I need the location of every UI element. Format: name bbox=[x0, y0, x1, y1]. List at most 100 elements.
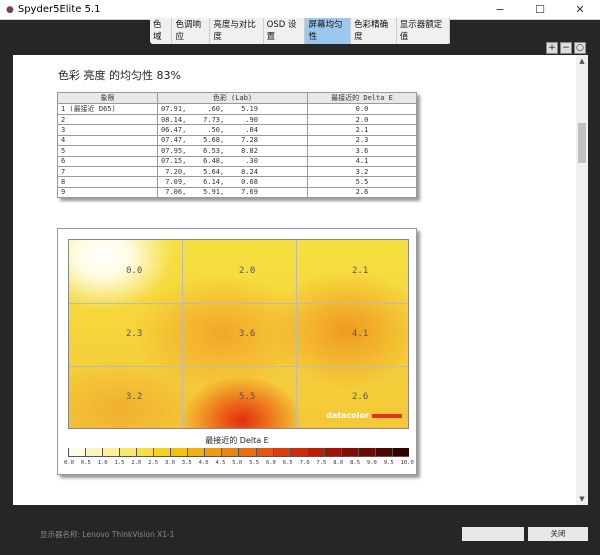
heatmap-plot: datacolor 0.0 2.0 2.1 2.3 3.6 4.1 3.2 5.5 2.6 bbox=[68, 239, 409, 429]
grid-line bbox=[182, 240, 183, 428]
maximize-button[interactable]: ☐ bbox=[520, 0, 560, 20]
close-window-button[interactable]: ✕ bbox=[560, 0, 600, 20]
scale-swatch bbox=[119, 448, 137, 456]
scale-tick-label: 3.5 bbox=[181, 460, 192, 466]
delta-e-cell: 2.1 bbox=[307, 124, 417, 136]
quadrant-value: 3.2 bbox=[126, 392, 143, 402]
scale-tick-label: 9.5 bbox=[383, 460, 394, 466]
scale-swatch bbox=[204, 448, 222, 456]
tab-osd-settings[interactable]: OSD 设置 bbox=[264, 18, 306, 44]
quadrant-cell: 7 bbox=[57, 165, 158, 178]
scale-tick-label: 9.0 bbox=[366, 460, 377, 466]
scale-ticks: 0.0 0.5 1.0 1.5 2.0 2.5 3.0 3.5 4.0 4.5 5.0 5.5 6.0 6… bbox=[64, 460, 414, 466]
scale-swatch bbox=[374, 448, 392, 456]
table-row: 9 7.06, 5.91, 7.69 2.6 bbox=[57, 186, 417, 199]
scale-tick-label: 0.5 bbox=[80, 460, 91, 466]
tab-bar: 色域 色调响应 亮度与对比度 OSD 设置 屏幕均匀性 色彩精确度 显示器额定值 bbox=[150, 18, 451, 44]
lab-cell: 7.20, 5.64, 8.24 bbox=[157, 165, 308, 178]
datacolor-logo: datacolor bbox=[326, 411, 402, 420]
close-button[interactable]: 关闭 bbox=[528, 527, 588, 541]
quadrant-cell: 8 bbox=[57, 176, 158, 188]
table-row: 4 07.47, 5.68, 7.28 2.3 bbox=[57, 134, 417, 147]
scroll-down-icon[interactable]: ▼ bbox=[576, 495, 588, 503]
delta-e-cell: 3.2 bbox=[307, 165, 417, 178]
grid-line bbox=[296, 240, 297, 428]
zoom-in-icon[interactable]: + bbox=[546, 42, 558, 54]
tab-screen-uniformity[interactable]: 屏幕均匀性 bbox=[305, 18, 352, 44]
quadrant-cell: 2 bbox=[57, 113, 158, 126]
scale-swatch bbox=[255, 448, 273, 456]
minimize-button[interactable]: − bbox=[480, 0, 520, 20]
quadrant-value: 0.0 bbox=[126, 266, 143, 276]
scale-swatch bbox=[85, 448, 103, 456]
scale-swatch bbox=[238, 448, 256, 456]
zoom-out-icon[interactable]: − bbox=[560, 42, 572, 54]
quadrant-value: 4.1 bbox=[352, 329, 369, 339]
scale-tick-label: 7.0 bbox=[299, 460, 310, 466]
delta-e-cell: 5.5 bbox=[307, 176, 417, 188]
report-panel: 色彩 亮度 的均匀性 83% 象限 色彩 (Lab) 最接近的 Delta E … bbox=[13, 55, 588, 505]
scale-tick-label: 0.0 bbox=[64, 460, 74, 466]
table-row: 7 7.20, 5.64, 8.24 3.2 bbox=[57, 165, 417, 178]
scale-tick-label: 1.5 bbox=[114, 460, 125, 466]
col-quadrant: 象限 bbox=[57, 92, 158, 104]
quadrant-cell: 5 bbox=[57, 145, 158, 157]
uniformity-table: 象限 色彩 (Lab) 最接近的 Delta E 1 (最接近 D65) 07.9… bbox=[57, 92, 417, 199]
scale-swatch bbox=[391, 448, 409, 456]
scale-swatch bbox=[272, 448, 290, 456]
scale-swatch bbox=[357, 448, 375, 456]
uniformity-heatmap-chart: datacolor 0.0 2.0 2.1 2.3 3.6 4.1 3.2 5.5 2.6 最接… bbox=[57, 228, 417, 475]
tab-brightness-contrast[interactable]: 亮度与对比度 bbox=[210, 18, 264, 44]
quadrant-value: 2.6 bbox=[352, 392, 369, 402]
quadrant-cell: 9 bbox=[57, 186, 158, 199]
lab-cell: 08.14, 7.73, .90 bbox=[157, 113, 308, 126]
quadrant-value: 2.3 bbox=[126, 329, 143, 339]
scale-tick-label: 6.0 bbox=[265, 460, 276, 466]
delta-e-cell: 2.0 bbox=[307, 113, 417, 126]
lab-cell: 07.47, 5.68, 7.28 bbox=[157, 134, 308, 147]
lab-cell: 7.09, 6.14, 0.68 bbox=[157, 176, 308, 188]
scale-tick-label: 5.0 bbox=[232, 460, 243, 466]
secondary-button[interactable] bbox=[462, 527, 524, 541]
scale-tick-label: 10.0 bbox=[400, 460, 414, 466]
scale-tick-label: 6.5 bbox=[282, 460, 293, 466]
scale-swatch bbox=[136, 448, 154, 456]
vertical-scrollbar[interactable]: ▲ ▼ bbox=[576, 55, 588, 505]
table-row: 3 06.47, .50, .04 2.1 bbox=[57, 124, 417, 136]
col-lab: 色彩 (Lab) bbox=[157, 92, 308, 104]
scale-tick-label: 8.5 bbox=[350, 460, 361, 466]
uniformity-heading: 色彩 亮度 的均匀性 83% bbox=[58, 69, 181, 82]
quadrant-value: 2.0 bbox=[239, 266, 256, 276]
delta-e-cell: 0.0 bbox=[307, 103, 417, 115]
delta-e-cell: 2.6 bbox=[307, 186, 417, 199]
table-row: 8 7.09, 6.14, 0.68 5.5 bbox=[57, 176, 417, 188]
title-bar: ● Spyder5Elite 5.1 − ☐ ✕ bbox=[0, 0, 600, 20]
scale-swatch bbox=[323, 448, 341, 456]
grid-line bbox=[69, 366, 408, 367]
scale-tick-label: 1.0 bbox=[97, 460, 108, 466]
legend-title: 最接近的 Delta E bbox=[205, 436, 269, 445]
scale-tick-label: 4.0 bbox=[198, 460, 209, 466]
monitor-name: 显示器名称: Lenovo ThinkVision X1-1 bbox=[40, 530, 175, 539]
table-row: 1 (最接近 D65) 07.91, .60, 5.19 0.0 bbox=[57, 103, 417, 115]
quadrant-value: 5.5 bbox=[239, 392, 256, 402]
scroll-thumb[interactable] bbox=[578, 123, 586, 163]
quadrant-cell: 6 bbox=[57, 155, 158, 167]
quadrant-cell: 4 bbox=[57, 134, 158, 147]
scale-swatch bbox=[340, 448, 358, 456]
tab-gamut[interactable]: 色域 bbox=[150, 18, 173, 44]
scale-swatch bbox=[221, 448, 239, 456]
scroll-up-icon[interactable]: ▲ bbox=[576, 57, 588, 65]
zoom-fit-icon[interactable]: ○ bbox=[574, 42, 586, 54]
scale-swatch bbox=[170, 448, 188, 456]
scale-tick-label: 7.5 bbox=[316, 460, 327, 466]
table-row: 2 08.14, 7.73, .90 2.0 bbox=[57, 113, 417, 126]
tab-tone-response[interactable]: 色调响应 bbox=[172, 18, 211, 44]
color-scale-bar bbox=[68, 448, 409, 457]
tab-color-accuracy[interactable]: 色彩精确度 bbox=[351, 18, 397, 44]
delta-e-cell: 3.6 bbox=[307, 145, 417, 157]
quadrant-value: 2.1 bbox=[352, 266, 369, 276]
tab-monitor-rating[interactable]: 显示器额定值 bbox=[397, 18, 451, 44]
lab-cell: 07.15, 6.48, .30 bbox=[157, 155, 308, 167]
scale-tick-label: 2.5 bbox=[148, 460, 159, 466]
